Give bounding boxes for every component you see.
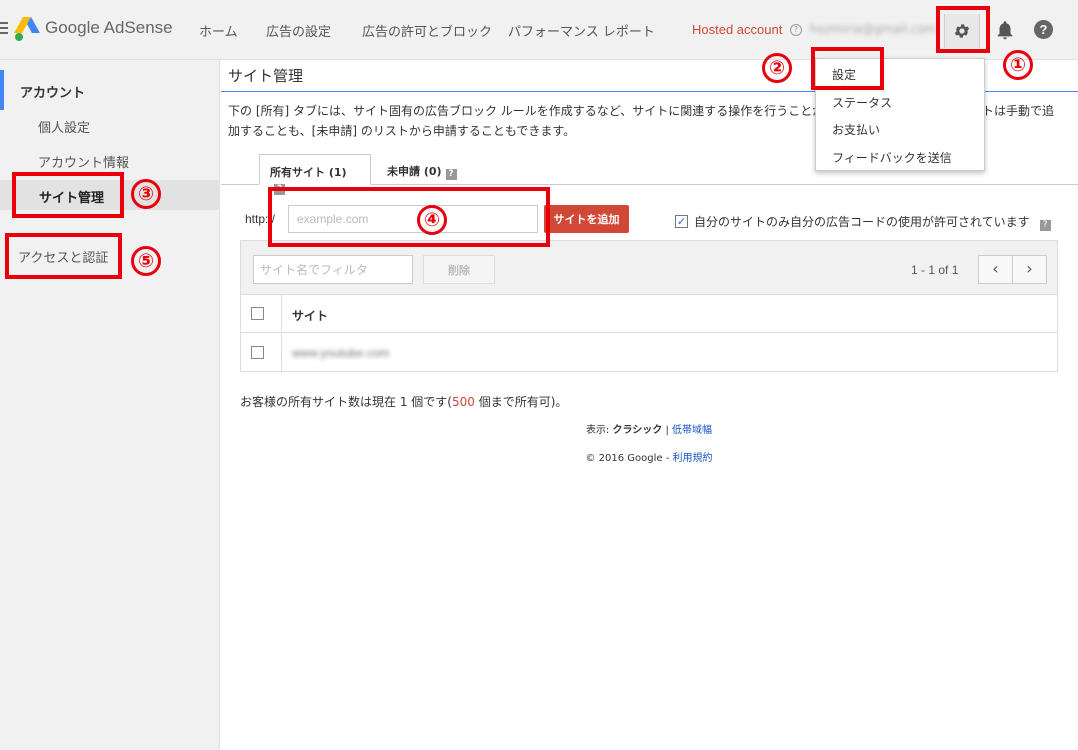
site-filter-input[interactable]	[253, 255, 413, 284]
table-header: サイト	[241, 295, 1057, 333]
view-classic: クラシック	[612, 425, 663, 436]
help-icon[interactable]: ?	[1039, 220, 1051, 231]
description-line1: 下の [所有] タブには、サイト固有の広告ブロック ルールを作成するなど、サイト…	[228, 104, 837, 118]
menu-item-payments[interactable]: お支払い	[832, 121, 880, 138]
annotation-number-1: ①	[1003, 50, 1033, 80]
low-bandwidth-link[interactable]: 低帯域幅	[672, 425, 712, 436]
nav-allow-block[interactable]: 広告の許可とブロック	[362, 21, 492, 40]
footer-dash: -	[662, 453, 673, 464]
notifications-bell-icon[interactable]	[994, 19, 1016, 41]
adsense-logo-icon	[14, 17, 40, 41]
annotation-box-access-auth	[5, 233, 122, 279]
next-page-icon[interactable]: ›	[1012, 255, 1047, 284]
tab-owned-sites[interactable]: 所有サイト (1)?	[259, 154, 371, 195]
delete-button[interactable]: 削除	[423, 255, 495, 284]
sidebar-item-personal-settings[interactable]: 個人設定	[38, 117, 90, 136]
menu-item-status[interactable]: ステータス	[832, 94, 892, 111]
table-toolbar: 削除 1 - 1 of 1 ‹ ›	[241, 241, 1057, 295]
row-checkbox[interactable]	[251, 346, 264, 359]
logo-text: Google AdSense	[45, 18, 173, 37]
own-code-label: 自分のサイトのみ自分の広告コードの使用が許可されています?	[694, 213, 1051, 231]
count-max: 500	[451, 395, 475, 409]
copyright: © 2016 Google	[585, 453, 663, 464]
count-suffix: 個まで所有可)。	[474, 395, 568, 409]
annotation-number-2: ②	[762, 53, 792, 83]
active-section-indicator	[0, 70, 4, 110]
annotation-box-settings	[811, 47, 884, 90]
count-prefix: お客様の所有サイト数は現在	[240, 395, 400, 409]
annotation-box-add-site	[268, 187, 550, 247]
nav-home[interactable]: ホーム	[199, 21, 238, 40]
annotation-number-4: ④	[417, 205, 447, 235]
sidebar-section-label: アカウント	[20, 86, 86, 101]
site-url-cell[interactable]: www.youtube.com	[292, 346, 389, 360]
menu-item-send-feedback[interactable]: フィードバックを送信	[832, 149, 952, 166]
view-mode-footer: 表示: クラシック | 低帯域幅	[0, 421, 1078, 436]
add-site-button[interactable]: サイトを追加	[544, 205, 629, 233]
own-code-label-text: 自分のサイトのみ自分の広告コードの使用が許可されています	[694, 215, 1030, 229]
top-bar: Google AdSense ホーム 広告の設定 広告の許可とブロック パフォー…	[0, 0, 1078, 60]
menu-icon[interactable]	[0, 22, 8, 36]
sidebar-section-account[interactable]: アカウント	[0, 70, 220, 110]
account-email: hozmiria@gmail.com	[810, 22, 937, 36]
nav-performance-report[interactable]: パフォーマンス レポート	[508, 21, 655, 40]
sites-table-panel: 削除 1 - 1 of 1 ‹ › サイト www.youtube.com	[240, 240, 1058, 372]
site-count-text: お客様の所有サイト数は現在 1 個です(500 個まで所有可)。	[240, 393, 567, 410]
hosted-account-label: Hosted account	[692, 22, 783, 37]
annotation-number-3: ③	[131, 179, 161, 209]
help-icon[interactable]: ?	[1034, 20, 1053, 39]
pagination-count: 1 - 1 of 1	[911, 263, 959, 277]
column-divider	[281, 334, 282, 372]
nav-ad-settings[interactable]: 広告の設定	[266, 21, 331, 40]
sidebar-item-account-info[interactable]: アカウント情報	[38, 152, 129, 171]
copyright-footer: © 2016 Google - 利用規約	[0, 449, 1078, 464]
tab-unclaimed[interactable]: 未申請 (0)?	[377, 154, 477, 185]
hosted-help-icon[interactable]: ?	[790, 24, 802, 36]
annotation-box-site-management	[12, 172, 124, 218]
column-divider	[281, 295, 282, 333]
help-icon[interactable]: ?	[445, 169, 457, 180]
column-header-site: サイト	[292, 309, 329, 323]
view-label: 表示:	[585, 425, 613, 436]
own-code-checkbox[interactable]: ✓	[675, 215, 688, 228]
tab-unclaimed-label: 未申請 (0)	[387, 165, 442, 178]
sidebar: アカウント 個人設定 アカウント情報 サイト管理 アクセスと認証	[0, 60, 220, 750]
tab-owned-sites-label: 所有サイト (1)	[270, 166, 347, 179]
annotation-box-gear	[936, 6, 990, 53]
count-mid: 個です(	[407, 395, 452, 409]
annotation-number-5: ⑤	[131, 246, 161, 276]
view-separator: |	[662, 425, 673, 436]
select-all-checkbox[interactable]	[251, 307, 264, 320]
terms-link[interactable]: 利用規約	[673, 453, 713, 464]
table-row: www.youtube.com	[241, 334, 1057, 372]
prev-page-icon[interactable]: ‹	[978, 255, 1013, 284]
page-title: サイト管理	[228, 67, 304, 85]
